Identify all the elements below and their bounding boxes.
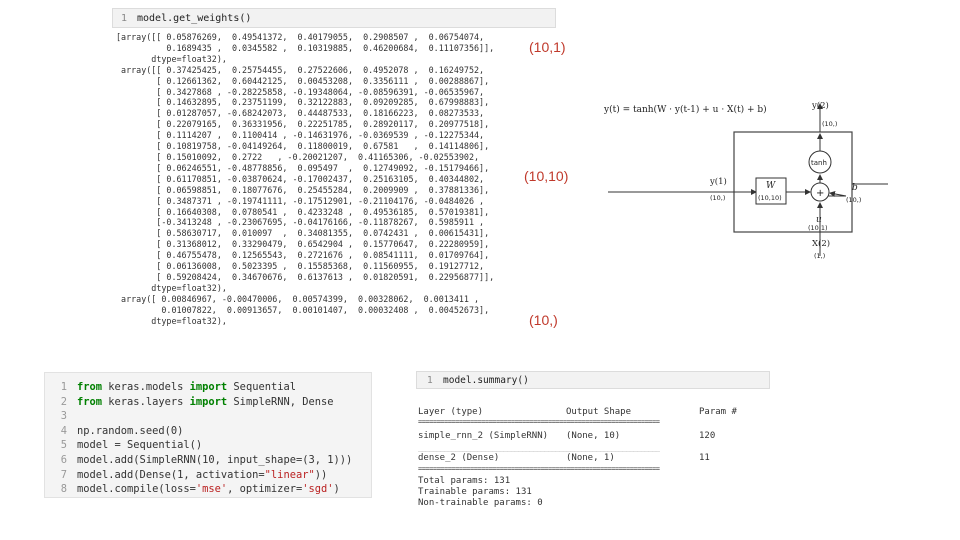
summary-header-layer: Layer (type) <box>418 407 484 417</box>
code-token: SimpleRNN, Dense <box>227 395 334 408</box>
summary-row-layer: simple_rnn_2 (SimpleRNN) <box>418 431 549 441</box>
rnn-equation: y(t) = tanh(W · y(t-1) + u · X(t) + b) <box>603 104 767 115</box>
get-weights-cell[interactable]: 1 model.get_weights() <box>112 8 556 28</box>
get-weights-code: model.get_weights() <box>137 13 252 24</box>
string-token: 'sgd' <box>302 483 334 496</box>
summary-separator: ========================================… <box>418 418 660 426</box>
summary-row-shape: (None, 10) <box>566 431 621 441</box>
input-shape: (10,) <box>710 194 725 202</box>
code-line: 1 from keras.models import Sequential <box>45 381 296 393</box>
keyword-token: from <box>77 381 103 393</box>
keyword-token: import <box>189 395 228 408</box>
summary-header-params: Param # <box>699 407 737 417</box>
tanh-label: tanh <box>811 159 827 167</box>
summary-row-params: 120 <box>699 431 716 441</box>
code-line: 7 model.add(Dense(1, activation="linear")… <box>45 468 328 481</box>
line-number: 7 <box>60 468 67 481</box>
line-number: 3 <box>60 410 67 423</box>
shape-label-bias: (10,) <box>529 312 558 328</box>
line-number: 5 <box>60 439 67 452</box>
rnn-cell-diagram: y(t) = tanh(W · y(t-1) + u · X(t) + b) y… <box>603 100 888 260</box>
rnn-cell-box <box>733 131 853 233</box>
keyword-token: import <box>189 381 228 393</box>
code-token: )) <box>314 468 328 481</box>
string-token: 'mse' <box>195 483 228 496</box>
shape-label-kernel: (10,1) <box>529 39 566 55</box>
summary-total: Total params: 131 <box>418 476 511 486</box>
code-token: model.add(Dense(1, activation= <box>77 468 265 481</box>
x-label: X(2) <box>812 238 830 249</box>
code-token: model = Sequential() <box>77 439 203 452</box>
summary-trainable: Trainable params: 131 <box>418 487 532 497</box>
summary-non-trainable: Non-trainable params: 0 <box>418 498 543 508</box>
summary-row-separator: ________________________________________… <box>418 444 660 452</box>
line-number: 2 <box>60 395 67 408</box>
sum-symbol: + <box>816 188 824 199</box>
weights-output: [array([[ 0.05876269, 0.49541372, 0.4017… <box>116 32 495 326</box>
line-number: 1 <box>60 381 67 393</box>
code-token: keras.models <box>102 381 190 393</box>
string-token: "linear" <box>264 468 315 481</box>
code-token: Sequential <box>227 381 296 393</box>
line-number: 1 <box>121 13 128 24</box>
w-shape: (10,10) <box>758 194 782 202</box>
b-shape: (10,) <box>846 196 861 204</box>
code-line: 8 model.compile(loss='mse', optimizer='sg… <box>45 483 340 495</box>
code-token: model.compile(loss= <box>77 483 196 496</box>
shape-label-recurrent: (10,10) <box>524 168 569 184</box>
summary-row-params: 11 <box>699 453 710 463</box>
code-line: 3 <box>45 410 77 422</box>
line-number: 8 <box>60 483 67 496</box>
keyword-token: from <box>77 395 103 408</box>
line-number: 1 <box>427 375 433 386</box>
model-definition-cell[interactable]: 1 from keras.models import Sequential 2 fro… <box>44 372 372 498</box>
input-label: y(1) <box>709 176 727 187</box>
summary-header-shape: Output Shape <box>566 407 632 417</box>
code-token: np.random.seed(0) <box>77 424 184 437</box>
line-number: 6 <box>60 454 67 466</box>
summary-row-shape: (None, 1) <box>566 453 615 463</box>
summary-code: model.summary() <box>443 375 529 386</box>
output-label: y(2) <box>811 100 829 111</box>
code-line: 4 np.random.seed(0) <box>45 424 184 437</box>
u-shape: (10,1) <box>808 224 828 232</box>
summary-cell[interactable]: 1 model.summary() <box>416 371 770 389</box>
code-line: 6 model.add(SimpleRNN(10, input_shape=(3,… <box>45 454 353 466</box>
x-shape: (1,) <box>814 252 825 260</box>
code-token: , optimizer= <box>227 483 303 496</box>
summary-row-layer: dense_2 (Dense) <box>418 453 500 463</box>
code-token: keras.layers <box>102 395 190 408</box>
code-token: model.add(SimpleRNN(10, input_shape=(3, … <box>77 454 353 466</box>
code-line: 5 model = Sequential() <box>45 439 202 451</box>
code-token: ) <box>333 483 340 496</box>
w-label: W <box>766 181 776 191</box>
code-line: 2 from keras.layers import SimpleRNN, Den… <box>45 396 334 408</box>
output-shape: (10,) <box>822 120 837 128</box>
summary-separator: ========================================… <box>418 465 660 473</box>
line-number: 4 <box>60 424 67 437</box>
